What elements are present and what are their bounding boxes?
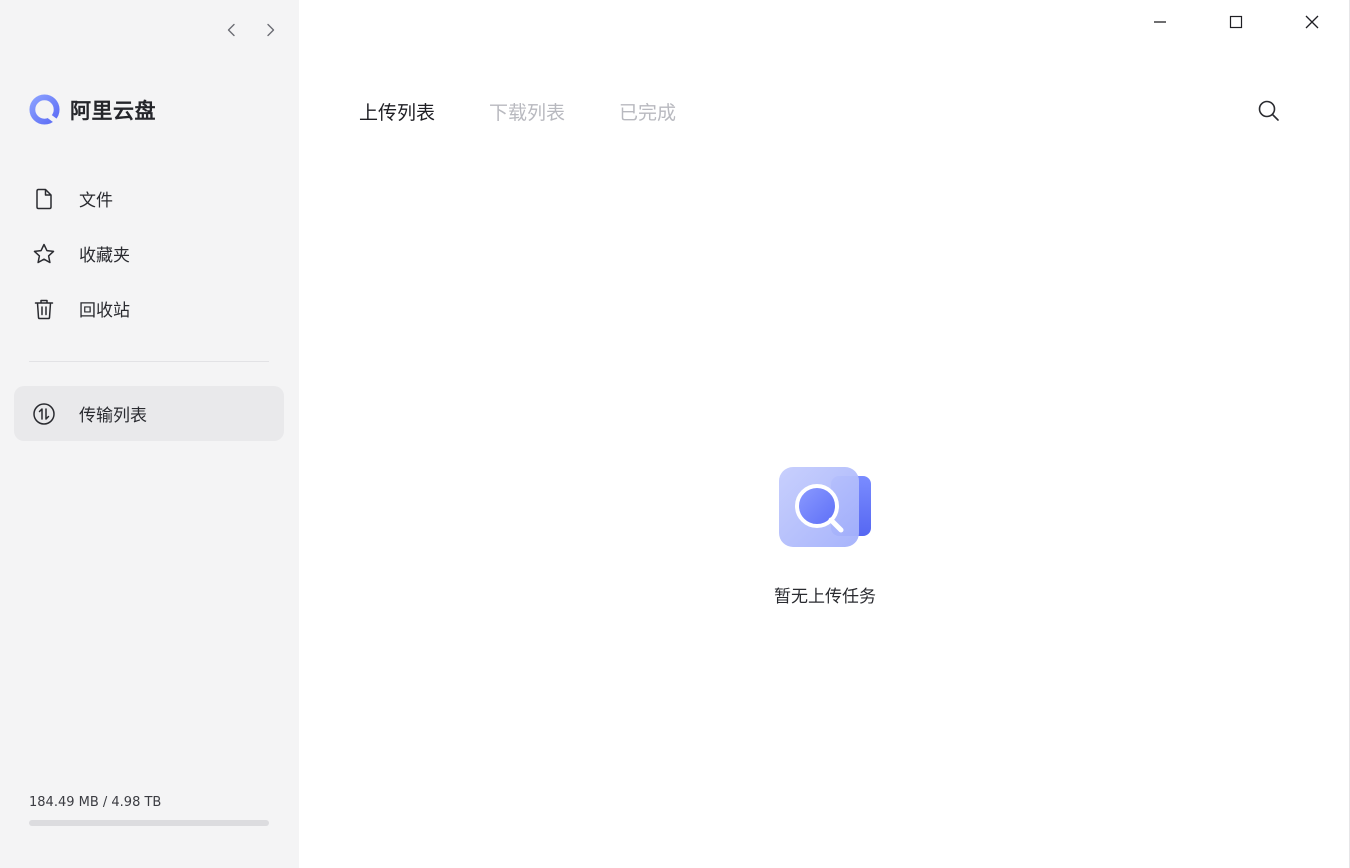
sidebar-menu: 文件 收藏夹 回收站 — [14, 171, 284, 336]
brand: 阿里云盘 — [28, 93, 156, 126]
sidebar-item-label: 文件 — [79, 191, 113, 211]
sidebar: 阿里云盘 文件 收藏夹 回收站 传输列表 184.49 MB / 4.98 TB — [0, 0, 299, 868]
sidebar-item-label: 传输列表 — [79, 406, 147, 426]
brand-name: 阿里云盘 — [70, 98, 156, 123]
sidebar-transfer-section: 传输列表 — [14, 386, 284, 441]
tab-download-list[interactable]: 下载列表 — [489, 98, 565, 125]
sidebar-item-files[interactable]: 文件 — [14, 171, 284, 226]
maximize-icon — [1229, 15, 1243, 29]
empty-search-illustration-icon — [779, 467, 871, 547]
chevron-right-icon — [267, 23, 275, 37]
chevron-left-icon — [227, 23, 235, 37]
sidebar-item-label: 收藏夹 — [79, 246, 130, 266]
sidebar-item-transfer-list[interactable]: 传输列表 — [14, 386, 284, 441]
empty-state-text: 暂无上传任务 — [774, 587, 876, 607]
storage-text: 184.49 MB / 4.98 TB — [29, 795, 162, 810]
back-button[interactable] — [222, 18, 242, 42]
maximize-button[interactable] — [1198, 8, 1274, 36]
transfer-icon — [31, 401, 57, 427]
storage-progress-bar — [29, 820, 269, 826]
trash-icon — [31, 296, 57, 322]
tab-upload-list[interactable]: 上传列表 — [359, 98, 435, 125]
close-button[interactable] — [1274, 8, 1350, 36]
empty-state: 暂无上传任务 — [660, 462, 990, 607]
forward-button[interactable] — [260, 18, 280, 42]
file-icon — [31, 186, 57, 212]
storage-usage: 184.49 MB / 4.98 TB — [29, 795, 269, 826]
minimize-button[interactable] — [1122, 8, 1198, 36]
app-window: 阿里云盘 文件 收藏夹 回收站 传输列表 184.49 MB / 4.98 TB… — [0, 0, 1350, 868]
sidebar-item-favorites[interactable]: 收藏夹 — [14, 226, 284, 281]
window-controls — [1122, 8, 1350, 36]
transfer-tabs: 上传列表 下载列表 已完成 — [359, 98, 676, 125]
logo-icon — [29, 94, 60, 125]
close-icon — [1305, 15, 1319, 29]
sidebar-item-label: 回收站 — [79, 301, 130, 321]
tab-completed[interactable]: 已完成 — [619, 98, 676, 125]
sidebar-item-recycle-bin[interactable]: 回收站 — [14, 281, 284, 336]
search-button[interactable] — [1256, 98, 1282, 124]
sidebar-divider — [29, 361, 269, 362]
minimize-icon — [1154, 21, 1166, 23]
star-icon — [31, 241, 57, 267]
history-nav — [222, 18, 280, 42]
search-icon — [1258, 100, 1279, 121]
